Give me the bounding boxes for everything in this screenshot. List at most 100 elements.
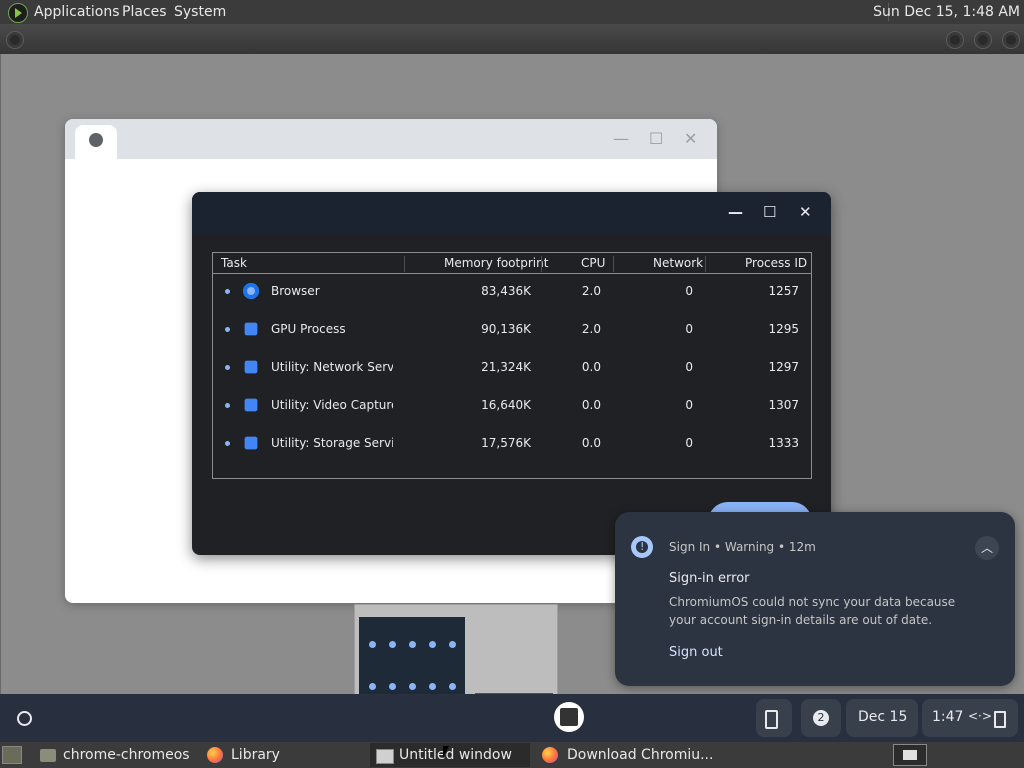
column-task[interactable]: Task [221,256,247,270]
column-network[interactable]: Network [653,256,703,270]
status-dot [225,441,230,446]
pid-value: 1333 [768,436,799,450]
status-area-button[interactable]: 1:47 <·> [922,699,1018,737]
window-menu-button[interactable] [6,31,24,49]
memory-value: 83,436K [481,284,531,298]
browser-maximize-icon[interactable]: ☐ [649,129,663,148]
table-row[interactable]: Browser 83,436K 2.0 0 1257 [213,274,811,312]
puzzle-icon [244,322,258,336]
pid-value: 1307 [768,398,799,412]
task-name: GPU Process [271,322,346,336]
globe-icon [89,133,103,147]
preview-app-icon [369,641,376,648]
notification-body: ChromiumOS could not sync your data beca… [669,595,956,627]
minimize-button[interactable] [946,31,964,49]
notification-title: Sign-in error [669,571,750,586]
panel-clock[interactable]: Sun Dec 15, 1:48 AM [873,4,1020,20]
warning-icon [631,536,653,558]
show-desktop-icon[interactable] [2,746,22,764]
menu-system[interactable]: System [174,4,226,20]
tm-minimize-icon[interactable]: — [728,203,743,221]
column-divider [541,256,542,272]
table-row[interactable]: Utility: Network Service 21,324K 0.0 0 1297 [213,350,811,388]
cpu-value: 0.0 [581,360,601,374]
network-value: 0 [685,398,693,412]
workspace-switcher[interactable] [893,744,927,766]
column-divider [705,256,706,272]
task-label: Download Chromiu... [567,747,714,763]
tm-maximize-icon[interactable]: ☐ [763,203,776,221]
cpu-value: 2.0 [581,284,601,298]
puzzle-icon [244,398,258,412]
chevron-up-icon[interactable]: ︿ [975,536,999,560]
browser-minimize-icon[interactable]: — [613,129,629,148]
task-download-chromium[interactable]: Download Chromiu... [538,743,713,767]
status-dot [225,365,230,370]
status-dot [225,403,230,408]
task-manager-titlebar[interactable]: — ☐ ✕ [192,192,831,234]
browser-titlebar[interactable]: — ☐ ✕ [65,119,717,159]
preview-app-icon [449,683,456,690]
task-untitled-window[interactable]: Untitled window [370,743,530,767]
task-chrome-chromeos[interactable]: chrome-chromeos [34,743,194,767]
status-dot [225,327,230,332]
table-row[interactable]: Utility: Storage Service 17,576K 0.0 0 1333 [213,426,811,464]
column-process-id[interactable]: Process ID [745,256,807,270]
table-row[interactable]: Utility: Video Capture 16,640K 0.0 0 1307 [213,388,811,426]
preview-app-icon [409,641,416,648]
puzzle-icon [244,436,258,450]
cpu-value: 0.0 [581,398,601,412]
task-library[interactable]: Library [202,743,362,767]
top-panel: Applications Places System Sun Dec 15, 1… [0,0,1024,24]
memory-value: 17,576K [481,436,531,450]
task-label: Library [231,747,280,763]
tm-close-icon[interactable]: ✕ [799,203,812,221]
shelf-time: 1:47 [932,709,964,725]
browser-close-icon[interactable]: ✕ [684,129,697,148]
phone-hub-button[interactable] [756,699,792,737]
menu-applications[interactable]: Applications [34,4,120,20]
memory-value: 21,324K [481,360,531,374]
network-value: 0 [685,322,693,336]
cpu-value: 2.0 [581,322,601,336]
vm-window-titlebar[interactable] [0,24,1024,54]
notification-source: Sign In • Warning • 12m [669,540,816,554]
mouse-cursor-icon [443,746,449,758]
pid-value: 1257 [768,284,799,298]
table-row[interactable]: GPU Process 90,136K 2.0 0 1295 [213,312,811,350]
browser-tab[interactable] [75,125,117,159]
preview-app-icon [369,683,376,690]
status-dot [225,289,230,294]
close-button[interactable] [1002,31,1020,49]
maximize-button[interactable] [974,31,992,49]
task-label: Untitled window [399,747,512,763]
battery-icon [994,711,1006,728]
sign-in-notification[interactable]: Sign In • Warning • 12m ︿ Sign-in error … [615,512,1015,686]
table-header: Task Memory footprint CPU Network Proces… [213,253,811,274]
preview-app-icon [409,683,416,690]
column-memory[interactable]: Memory footprint [444,256,548,270]
distro-logo-icon[interactable] [8,3,28,23]
menu-places[interactable]: Places [122,4,167,20]
network-icon: <·> [968,709,992,723]
notification-count: 2 [813,710,829,726]
launcher-circle-icon[interactable] [12,706,36,730]
cpu-value: 0.0 [581,436,601,450]
task-label: chrome-chromeos [63,747,190,763]
column-cpu[interactable]: CPU [581,256,605,270]
task-manager-window[interactable]: — ☐ ✕ Task Memory footprint CPU Network … [192,192,831,555]
network-value: 0 [685,360,693,374]
pid-value: 1297 [768,360,799,374]
task-name: Utility: Storage Service [271,436,393,450]
shelf-date: Dec 15 [858,709,908,725]
notification-counter-button[interactable]: 2 [801,699,841,737]
sign-out-button[interactable]: Sign out [669,645,723,660]
shelf-app-icon[interactable] [554,702,584,732]
phone-icon [765,710,778,729]
memory-value: 90,136K [481,322,531,336]
preview-app-icon [429,641,436,648]
date-tray-button[interactable]: Dec 15 [846,699,918,737]
window-icon [376,749,394,764]
firefox-icon [542,747,558,763]
network-value: 0 [685,284,693,298]
